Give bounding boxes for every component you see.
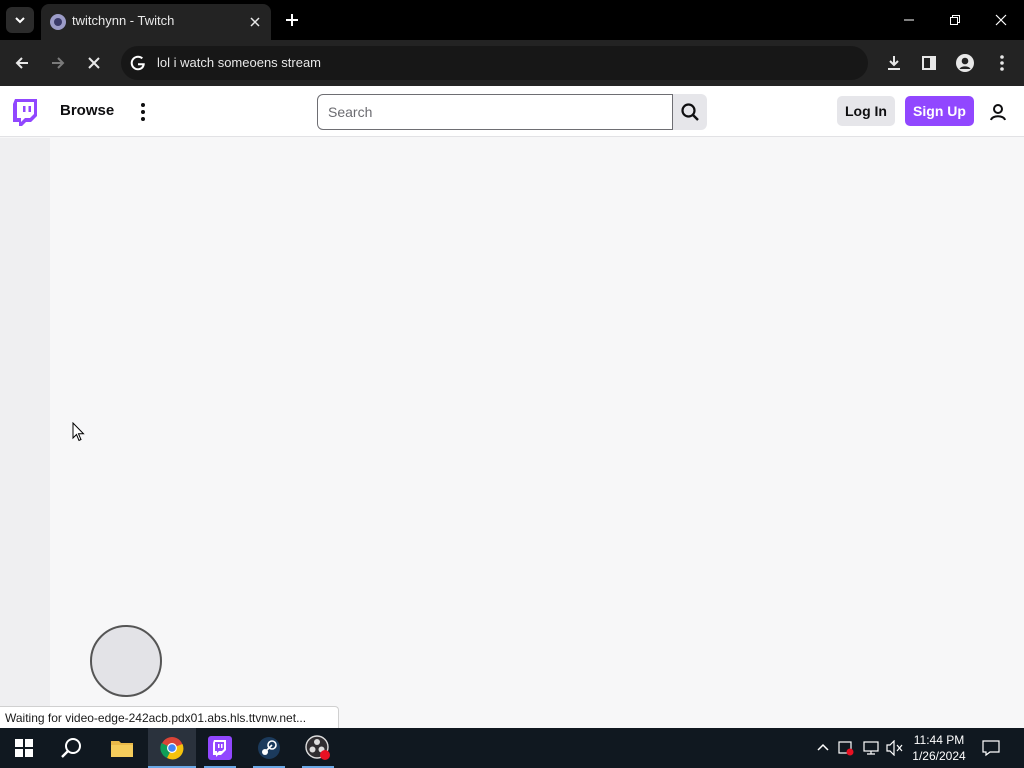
downloads-button[interactable]	[880, 49, 908, 77]
notifications-button[interactable]	[981, 738, 1001, 758]
chrome-taskbar-button[interactable]	[148, 728, 196, 768]
close-icon	[995, 14, 1007, 26]
minimize-icon	[904, 19, 914, 21]
download-icon	[888, 56, 900, 70]
chrome-icon	[160, 737, 184, 760]
network-icon	[863, 741, 879, 755]
security-tray-button[interactable]	[836, 738, 856, 758]
stop-loading-button[interactable]	[80, 49, 108, 77]
log-in-button[interactable]: Log In	[837, 96, 895, 126]
side-panel-icon	[922, 56, 936, 70]
new-tab-button[interactable]	[280, 8, 304, 32]
account-icon	[956, 54, 974, 72]
arrow-right-icon	[52, 57, 65, 69]
folder-icon	[111, 741, 133, 757]
loading-avatar-placeholder	[90, 625, 162, 697]
tab-title: twitchynn - Twitch	[72, 13, 175, 28]
more-options-button[interactable]	[133, 100, 153, 124]
minimize-button[interactable]	[886, 0, 932, 40]
tab-search-button[interactable]	[6, 7, 34, 33]
profile-button[interactable]	[951, 49, 979, 77]
search-button[interactable]	[673, 94, 707, 130]
windows-start-icon	[15, 739, 33, 757]
shield-icon	[838, 741, 854, 756]
twitch-taskbar-button[interactable]	[196, 728, 244, 768]
chevron-up-icon	[817, 743, 829, 751]
mouse-cursor-icon	[72, 422, 85, 442]
close-window-button[interactable]	[978, 0, 1024, 40]
browser-toolbar: lol i watch someoens stream	[0, 40, 1024, 86]
tab-favicon-icon	[50, 14, 66, 30]
steam-taskbar-button[interactable]	[245, 728, 293, 768]
main-content-loading	[50, 138, 1024, 728]
status-bubble: Waiting for video-edge-242acb.pdx01.abs.…	[0, 706, 339, 728]
address-bar-text: lol i watch someoens stream	[157, 55, 322, 70]
close-icon	[88, 57, 100, 69]
arrow-left-icon	[15, 57, 28, 69]
twitch-logo-icon[interactable]	[12, 98, 38, 126]
side-panel-button[interactable]	[915, 49, 943, 77]
sign-up-button[interactable]: Sign Up	[905, 96, 974, 126]
search-input[interactable]	[317, 94, 673, 130]
user-menu-button[interactable]	[986, 100, 1010, 124]
volume-muted-icon	[886, 740, 903, 756]
network-tray-button[interactable]	[861, 738, 881, 758]
dot-icon	[141, 117, 145, 121]
dot-icon	[141, 103, 145, 107]
taskbar: 11:44 PM 1/26/2024	[0, 728, 1024, 768]
side-nav	[0, 138, 50, 728]
chevron-down-icon	[15, 17, 25, 24]
obs-taskbar-button[interactable]	[294, 728, 342, 768]
file-explorer-button[interactable]	[98, 728, 146, 768]
search-icon	[61, 738, 81, 758]
steam-icon	[258, 737, 280, 759]
close-icon	[250, 17, 260, 27]
browser-menu-button[interactable]	[988, 49, 1016, 77]
clock-date: 1/26/2024	[912, 749, 966, 763]
twitch-top-nav: Browse Log In Sign Up	[0, 86, 1024, 137]
system-clock[interactable]: 11:44 PM 1/26/2024	[906, 732, 972, 764]
show-hidden-icons-button[interactable]	[813, 738, 833, 758]
notification-icon	[982, 740, 1000, 757]
start-button[interactable]	[0, 728, 48, 768]
dot-icon	[141, 110, 145, 114]
back-button[interactable]	[8, 49, 36, 77]
address-bar[interactable]: lol i watch someoens stream	[121, 46, 868, 80]
tab-close-button[interactable]	[245, 12, 265, 32]
plus-icon	[286, 14, 298, 26]
clock-time: 11:44 PM	[913, 733, 965, 747]
obs-icon	[305, 735, 330, 760]
search-icon	[681, 103, 699, 121]
user-icon	[990, 104, 1006, 121]
taskbar-search-button[interactable]	[48, 728, 96, 768]
browser-tab-active[interactable]: twitchynn - Twitch	[41, 4, 271, 40]
browse-link[interactable]: Browse	[60, 102, 114, 119]
restore-button[interactable]	[932, 0, 978, 40]
google-icon	[130, 55, 145, 71]
more-vertical-icon	[1000, 55, 1004, 71]
forward-button[interactable]	[44, 49, 72, 77]
volume-tray-button[interactable]	[885, 738, 905, 758]
restore-icon	[950, 15, 960, 25]
web-page: Browse Log In Sign Up Waiting for video-…	[0, 86, 1024, 728]
browser-tab-strip: twitchynn - Twitch	[0, 0, 1024, 40]
twitch-icon	[208, 736, 232, 760]
